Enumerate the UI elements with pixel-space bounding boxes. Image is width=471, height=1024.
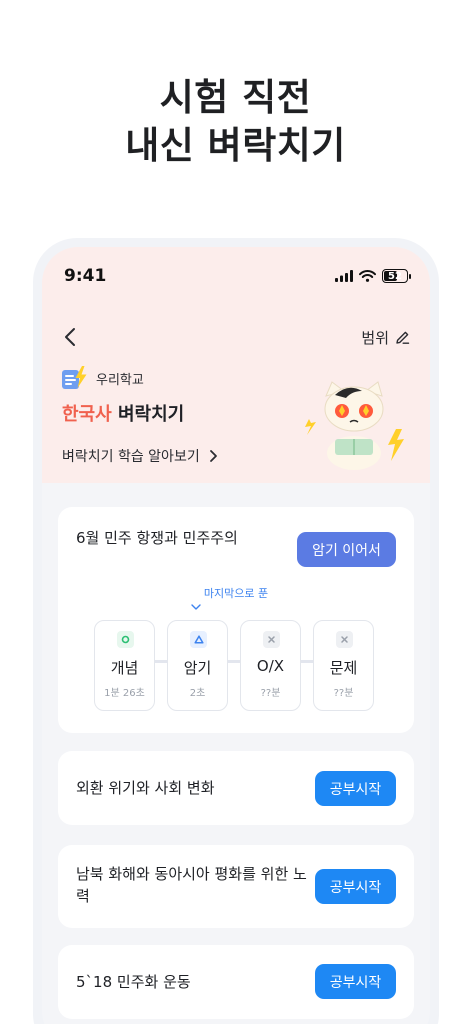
learn-more-label: 벼락치기 학습 알아보기 (62, 449, 200, 465)
status-time: 9:41 (64, 266, 107, 286)
last-solved-label: 마지막으로 푼 (203, 587, 269, 600)
current-unit-card: 6월 민주 항쟁과 민주주의 암기 이어서 마지막으로 푼 개념 1분 26초 … (58, 507, 414, 733)
start-study-button[interactable]: 공부시작 (315, 771, 396, 806)
chevron-down-icon (191, 604, 201, 610)
step-time: 2초 (189, 688, 206, 699)
status-icons: 52 (335, 269, 411, 283)
subject-header: 9:41 52 범위 우리학교 한국사 벼락치기 벼락치기 학습 알아보기 (42, 247, 430, 483)
unit-card: 외환 위기와 사회 변화 공부시작 (58, 751, 414, 825)
step-time: ??분 (260, 688, 281, 699)
subject-name: 한국사 (62, 404, 112, 425)
promo-headline: 시험 직전 내신 벼락치기 (0, 74, 471, 170)
unit-title: 외환 위기와 사회 변화 (76, 779, 215, 797)
step-concept[interactable]: 개념 1분 26초 (94, 620, 155, 711)
chevron-right-icon (209, 450, 217, 462)
school-logo-icon (62, 366, 87, 389)
current-unit-title: 6월 민주 항쟁과 민주주의 (76, 529, 238, 547)
step-name: O/X (256, 657, 285, 675)
start-study-button[interactable]: 공부시작 (315, 869, 396, 904)
subject-title: 한국사 벼락치기 (62, 400, 184, 426)
unit-title: 5`18 민주화 운동 (76, 973, 191, 991)
step-memorize[interactable]: 암기 2초 (167, 620, 228, 711)
start-study-button[interactable]: 공부시작 (315, 964, 396, 999)
unit-title: 남북 화해와 동아시아 평화를 위한 노력 (76, 865, 307, 905)
circle-icon (117, 631, 134, 648)
step-time: ??분 (333, 688, 354, 699)
step-name: 개념 (110, 659, 139, 677)
range-button[interactable]: 범위 (361, 327, 410, 348)
step-time: 1분 26초 (104, 688, 145, 699)
subject-suffix: 벼락치기 (111, 404, 185, 425)
wifi-icon (359, 270, 376, 282)
phone-screen: 9:41 52 범위 우리학교 한국사 벼락치기 벼락치기 학습 알아보기 6월… (42, 247, 430, 1024)
headline-line-1: 시험 직전 (159, 76, 312, 119)
school-name: 우리학교 (96, 372, 144, 388)
triangle-icon (190, 631, 207, 648)
school-row: 우리학교 (62, 366, 144, 390)
x-icon (263, 631, 280, 648)
battery-level: 52 (388, 270, 402, 282)
continue-memorize-button[interactable]: 암기 이어서 (297, 532, 396, 567)
cat-mascot-illustration (305, 381, 404, 470)
x-icon (336, 631, 353, 648)
learn-more-link[interactable]: 벼락치기 학습 알아보기 (62, 446, 218, 466)
battery-icon: 52 (382, 269, 411, 283)
headline-line-2: 내신 벼락치기 (125, 124, 346, 167)
step-problems[interactable]: 문제 ??분 (313, 620, 374, 711)
unit-card: 5`18 민주화 운동 공부시작 (58, 945, 414, 1019)
step-ox[interactable]: O/X ??분 (240, 620, 301, 711)
step-name: 암기 (183, 659, 212, 677)
pencil-icon (396, 331, 410, 344)
unit-card: 남북 화해와 동아시아 평화를 위한 노력 공부시작 (58, 845, 414, 928)
range-label: 범위 (361, 329, 389, 347)
back-chevron-icon[interactable] (60, 326, 82, 348)
step-name: 문제 (329, 659, 358, 677)
signal-icon (335, 270, 353, 282)
phone-frame: 9:41 52 범위 우리학교 한국사 벼락치기 벼락치기 학습 알아보기 6월… (33, 238, 439, 1024)
